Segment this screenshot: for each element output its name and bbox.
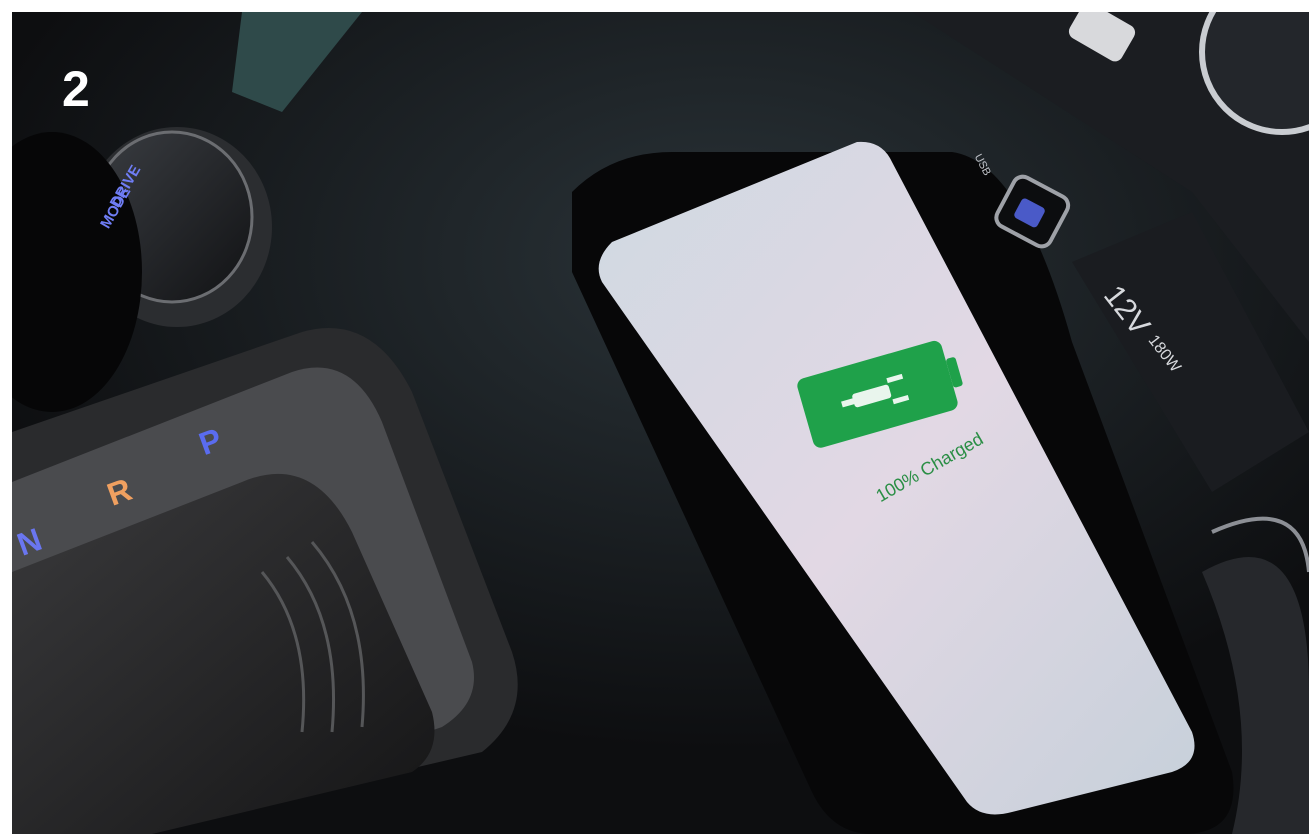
console-scene: DRIVE MODE P R N 100% Charged USB 12V 18…	[12, 12, 1309, 834]
car-console-photo: DRIVE MODE P R N 100% Charged USB 12V 18…	[12, 12, 1309, 834]
step-number-badge: 2	[62, 61, 90, 117]
